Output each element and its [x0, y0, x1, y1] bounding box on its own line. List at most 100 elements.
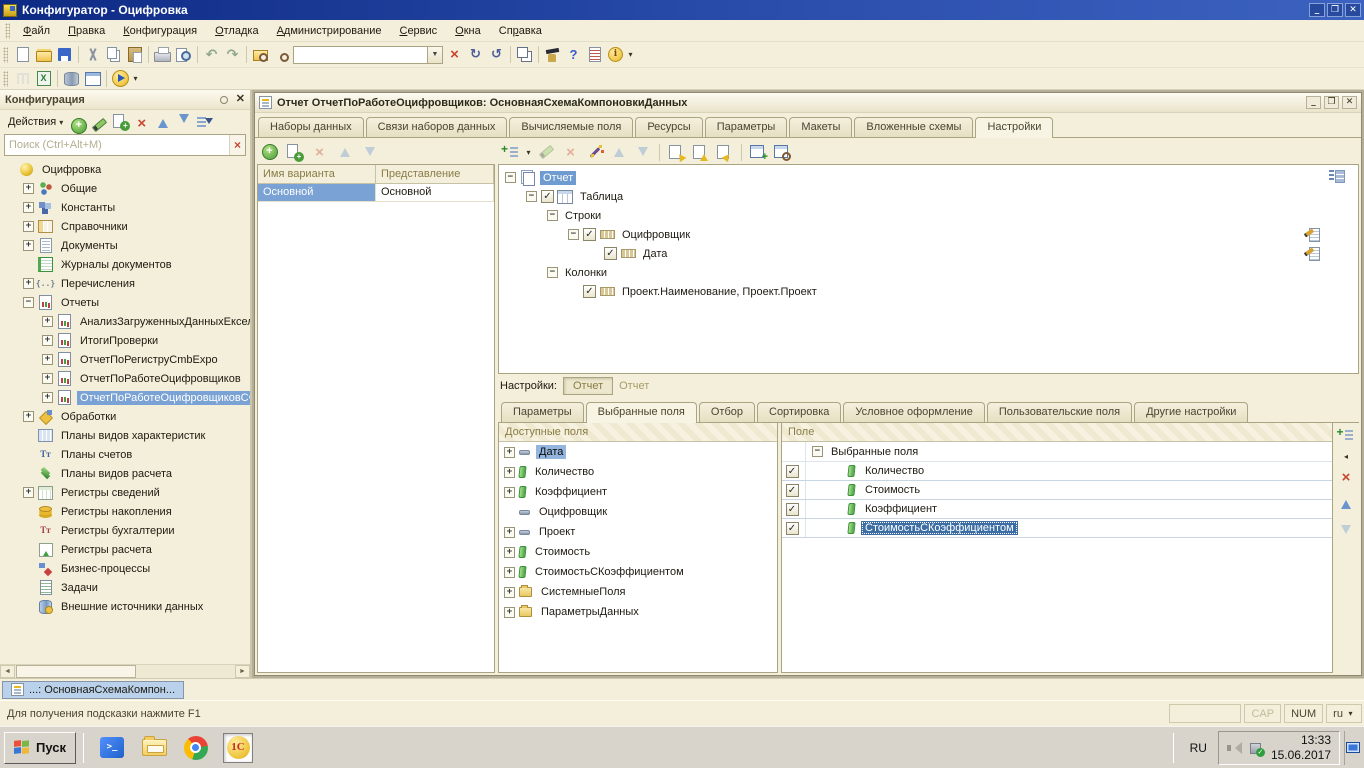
metadata-tree-item[interactable]: +ОтчетПоРаботеОцифровщиков	[0, 369, 250, 388]
tree-expander-icon[interactable]: +	[23, 411, 34, 422]
metadata-tree-item[interactable]: Внешние источники данных	[0, 597, 250, 616]
paste-icon[interactable]	[124, 45, 145, 64]
minimize-button[interactable]: _	[1309, 3, 1325, 17]
available-field-row[interactable]: +Дата	[499, 442, 777, 462]
add-icon[interactable]	[68, 116, 89, 135]
scroll-track[interactable]	[137, 665, 235, 678]
available-field-row[interactable]: +СтоимостьСКоэффициентом	[499, 562, 777, 582]
panel-close-icon[interactable]: ✕	[236, 94, 245, 105]
metadata-tree-item[interactable]: +Константы	[0, 198, 250, 217]
add-field-icon[interactable]	[1336, 426, 1357, 445]
open-file-icon[interactable]	[33, 45, 54, 64]
metadata-tree-item[interactable]: Журналы документов	[0, 255, 250, 274]
tree-expander-icon[interactable]: −	[526, 191, 537, 202]
metadata-tree-item[interactable]: +Обработки	[0, 407, 250, 426]
settings-tab-2[interactable]: Отбор	[699, 402, 755, 422]
available-field-row[interactable]: +СистемныеПоля	[499, 582, 777, 602]
schema-tab-3[interactable]: Ресурсы	[635, 117, 702, 137]
tree-expander-icon[interactable]: −	[547, 267, 558, 278]
load-settings-icon[interactable]	[666, 143, 687, 162]
move-down-icon[interactable]	[1336, 520, 1357, 539]
selected-fields-group-row[interactable]: −Выбранные поля	[782, 442, 1332, 462]
config-structure-icon[interactable]	[12, 69, 33, 88]
save-settings-as-icon[interactable]	[714, 143, 735, 162]
schema-tab-7[interactable]: Настройки	[975, 117, 1053, 138]
metadata-tree-item[interactable]: Регистры накопления	[0, 502, 250, 521]
selected-field-row[interactable]: ✓Коэффициент	[782, 500, 1332, 519]
item-checkbox[interactable]: ✓	[541, 190, 554, 203]
copy-icon[interactable]	[103, 45, 124, 64]
tree-expander-icon[interactable]: +	[42, 373, 53, 384]
tree-expander-icon[interactable]: −	[568, 229, 579, 240]
child-minimize-button[interactable]: _	[1306, 96, 1321, 109]
new-file-icon[interactable]	[12, 45, 33, 64]
add-item-icon[interactable]	[500, 143, 521, 162]
tree-expander-icon[interactable]: +	[23, 221, 34, 232]
tree-expander-icon[interactable]: −	[812, 446, 823, 457]
structure-tree-item[interactable]: −✓Таблица	[499, 187, 1358, 206]
menu-item-3[interactable]: Отладка	[206, 22, 268, 40]
pin-icon[interactable]	[220, 96, 228, 104]
quick-launch-powershell[interactable]: >_	[97, 733, 127, 763]
menu-item-0[interactable]: Файл	[14, 22, 59, 40]
move-up-icon[interactable]	[152, 113, 173, 132]
selected-field-row[interactable]: ✓Количество	[782, 462, 1332, 481]
syntax-check-icon[interactable]	[542, 45, 563, 64]
close-button[interactable]: ✕	[1345, 3, 1361, 17]
child-restore-button[interactable]: ❐	[1324, 96, 1339, 109]
table-add-icon[interactable]	[748, 143, 769, 162]
metadata-tree-item[interactable]: Планы видов расчета	[0, 464, 250, 483]
delete-icon[interactable]	[309, 143, 330, 162]
add-copy-icon[interactable]	[110, 112, 131, 131]
metadata-tree-item[interactable]: +ОтчетПоРаботеОцифровщиковСФИ	[0, 388, 250, 407]
nav-back-icon[interactable]	[486, 45, 507, 64]
tree-expander-icon[interactable]: +	[23, 183, 34, 194]
edit-icon[interactable]	[89, 115, 110, 134]
metadata-tree-item[interactable]: Задачи	[0, 578, 250, 597]
available-field-row[interactable]: +Количество	[499, 462, 777, 482]
tree-expander-icon[interactable]: +	[23, 202, 34, 213]
menu-item-6[interactable]: Окна	[446, 22, 490, 40]
tree-expander-icon[interactable]: +	[23, 240, 34, 251]
sort-icon[interactable]	[194, 113, 215, 132]
tree-expander-icon[interactable]: −	[23, 297, 34, 308]
move-up-icon[interactable]	[334, 143, 355, 162]
quick-launch-chrome[interactable]	[181, 733, 211, 763]
add-icon[interactable]	[259, 143, 280, 162]
move-down-icon[interactable]	[359, 143, 380, 162]
lang-indicator-status[interactable]: ru ▾	[1326, 704, 1362, 723]
find-in-metadata-icon[interactable]	[250, 45, 271, 64]
tree-expander-icon[interactable]: +	[42, 392, 53, 403]
schema-tab-4[interactable]: Параметры	[705, 117, 788, 137]
actions-menu-button[interactable]: Действия ▾	[4, 114, 65, 130]
tree-expander-icon[interactable]: +	[504, 527, 515, 538]
variant-row[interactable]: ОсновнойОсновной	[258, 184, 494, 202]
exchange-table-icon[interactable]	[82, 69, 103, 88]
start-button[interactable]: Пуск	[4, 732, 76, 764]
menu-item-1[interactable]: Правка	[59, 22, 114, 40]
metadata-tree-item[interactable]: Регистры бухгалтерии	[0, 521, 250, 540]
redo-icon[interactable]	[222, 45, 243, 64]
schema-tab-2[interactable]: Вычисляемые поля	[509, 117, 633, 137]
delete-item-icon[interactable]	[560, 143, 581, 162]
metadata-tree-item[interactable]: Планы счетов	[0, 445, 250, 464]
usb-icon[interactable]	[1249, 741, 1263, 755]
available-field-row[interactable]: +Коэффициент	[499, 482, 777, 502]
menu-item-2[interactable]: Конфигурация	[114, 22, 206, 40]
variant-cell[interactable]: Основной	[376, 184, 494, 201]
print-preview-icon[interactable]	[173, 45, 194, 64]
variant-cell[interactable]: Основной	[258, 184, 376, 201]
tree-expander-icon[interactable]: +	[504, 487, 515, 498]
quick-search-combo[interactable]: ▼	[293, 46, 443, 64]
tree-expander-icon[interactable]: +	[42, 316, 53, 327]
metadata-tree-item[interactable]: +Перечисления	[0, 274, 250, 293]
clock[interactable]: 13:33 15.06.2017	[1271, 733, 1331, 763]
tree-expander-icon[interactable]: +	[504, 567, 515, 578]
clear-search-icon[interactable]: ×	[229, 135, 245, 155]
schema-tab-1[interactable]: Связи наборов данных	[366, 117, 508, 137]
structure-tree-item[interactable]: −Строки	[499, 206, 1358, 225]
schema-tab-5[interactable]: Макеты	[789, 117, 852, 137]
search-input[interactable]	[5, 135, 229, 155]
nav-forward-icon[interactable]	[465, 45, 486, 64]
metadata-tree-item[interactable]: Планы видов характеристик	[0, 426, 250, 445]
